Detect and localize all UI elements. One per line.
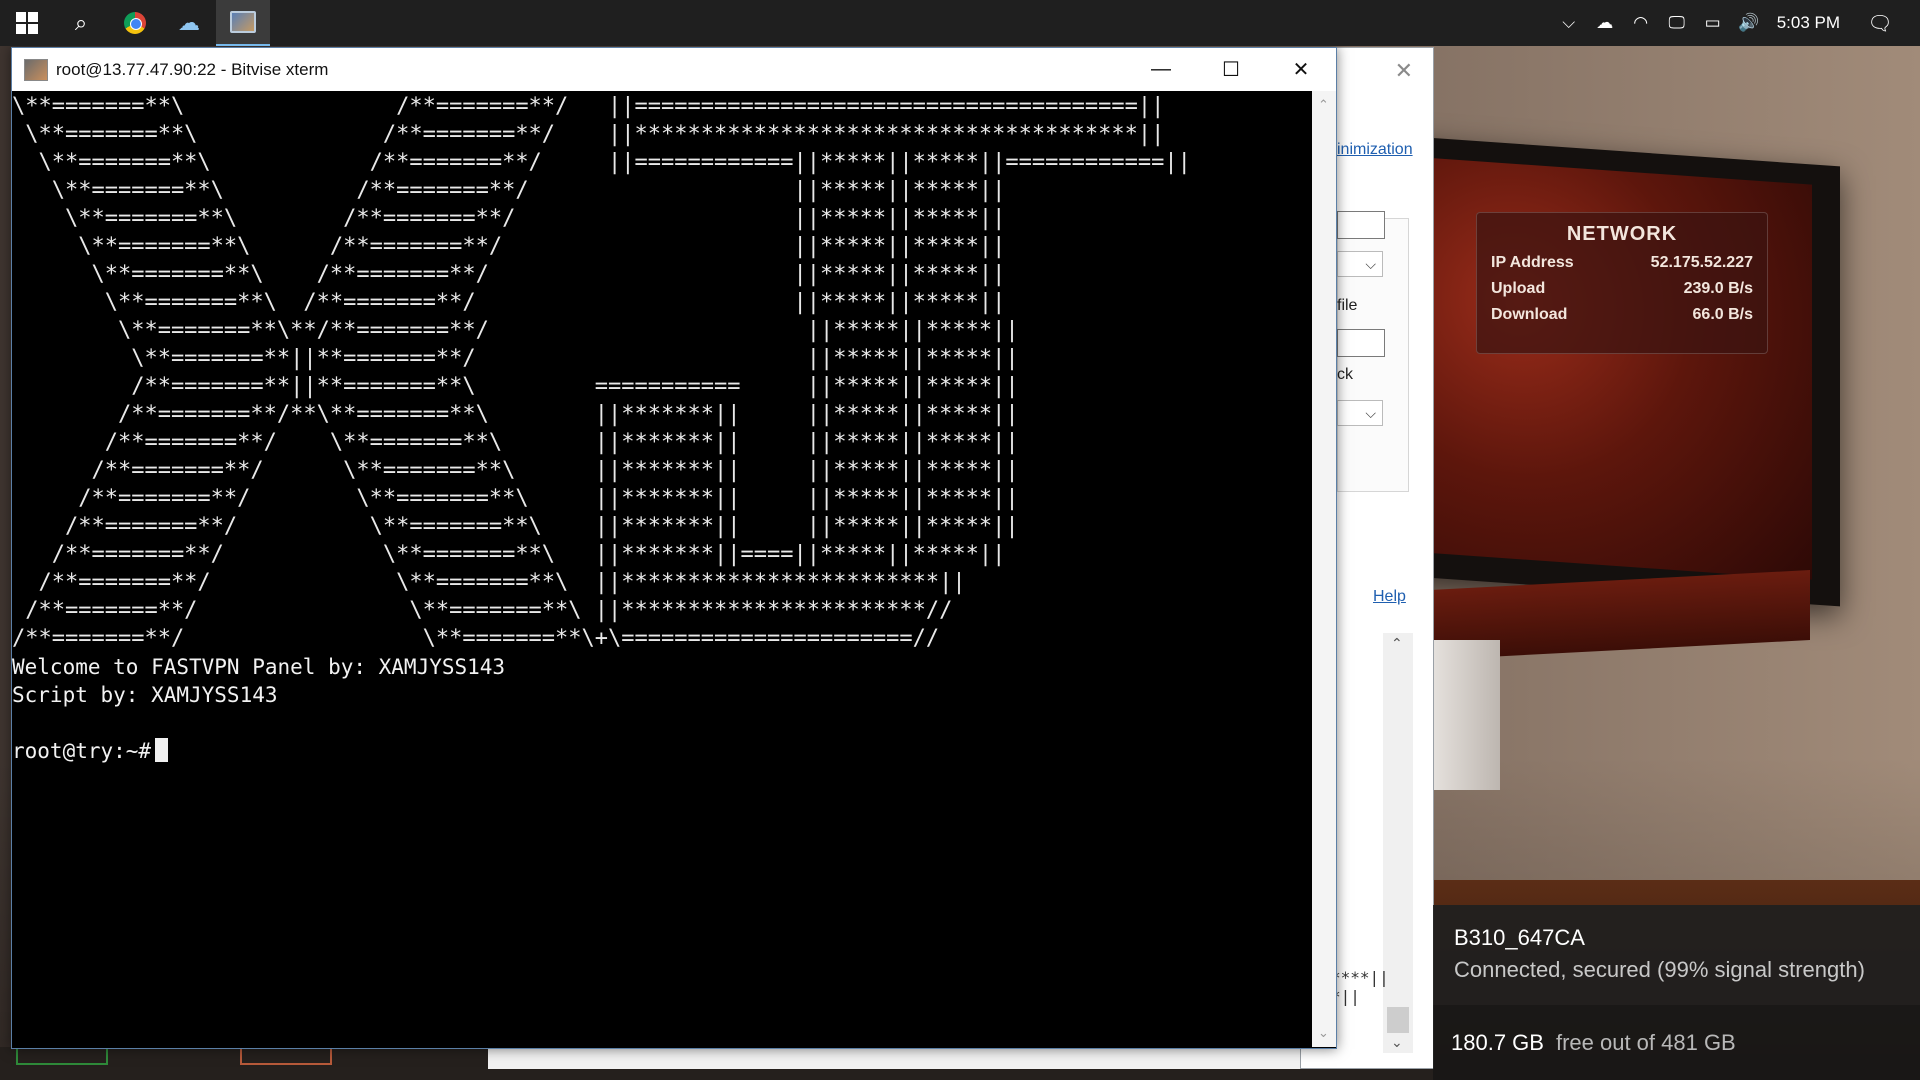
taskbar-clock[interactable]: 5:03 PM: [1777, 13, 1840, 33]
scroll-down-icon[interactable]: ⌄: [1318, 1025, 1329, 1041]
volume-icon[interactable]: 🔊: [1731, 13, 1767, 33]
terminal-scrollbar[interactable]: ⌃ ⌄: [1312, 91, 1336, 1047]
terminal-output[interactable]: \**=======**\ /**=======**/ ||==========…: [12, 91, 1312, 1047]
bitvise-xterm-window[interactable]: root@13.77.47.90:22 - Bitvise xterm — ☐ …: [11, 47, 1337, 1049]
terminal-cursor: [155, 738, 169, 762]
battery-icon[interactable]: ▭: [1695, 13, 1731, 33]
bitvise-xterm-icon: [230, 11, 256, 33]
bitvise-xterm-icon: [24, 58, 48, 81]
background-green-graph: [16, 1047, 108, 1065]
ck-label: ck: [1337, 366, 1353, 383]
scroll-up-icon[interactable]: ⌃: [1318, 97, 1329, 113]
blank-line: [12, 709, 1312, 737]
search-button[interactable]: ⌕: [54, 0, 108, 46]
drive-space-panel: 180.7 GB free out of 481 GB: [1433, 1005, 1920, 1080]
window-titlebar[interactable]: root@13.77.47.90:22 - Bitvise xterm — ☐ …: [12, 48, 1336, 91]
minimization-link[interactable]: inimization: [1337, 141, 1413, 159]
wifi-status: Connected, secured (99% signal strength): [1454, 957, 1865, 982]
drive-free-value: 180.7 GB: [1451, 1029, 1544, 1055]
minimize-button[interactable]: —: [1126, 48, 1196, 91]
ip-address-row: IP Address 52.175.52.227: [1491, 254, 1753, 271]
network-widget-title: NETWORK: [1566, 223, 1678, 245]
show-hidden-icons-chevron-icon[interactable]: ⌵: [1551, 13, 1587, 33]
maximize-button[interactable]: ☐: [1196, 48, 1266, 91]
taskbar-chrome[interactable]: [108, 0, 162, 46]
download-row: Download 66.0 B/s: [1491, 306, 1753, 323]
taskbar: ⌕ ☁ ⌵ ☁ ◠ 🖵 ▭ 🔊 5:03 PM 🗨: [0, 0, 1920, 46]
shell-prompt-line[interactable]: root@try:~#: [12, 737, 1312, 765]
dialog-select[interactable]: ⌵: [1337, 251, 1383, 277]
chrome-icon: [124, 12, 146, 34]
windows-logo-icon: [16, 12, 38, 34]
drive-free-label: free out of 481 GB: [1555, 1029, 1736, 1055]
script-by-line: Script by: XAMJYSS143: [12, 683, 278, 707]
chevron-down-icon: ⌵: [1365, 405, 1376, 421]
dialog-text-field[interactable]: [1337, 211, 1385, 239]
background-window-footer: [488, 1047, 1433, 1069]
taskbar-cloud-app[interactable]: ☁: [162, 0, 216, 46]
ascii-banner: \**=======**\ /**=======**/ ||==========…: [12, 94, 1191, 651]
scroll-up-icon[interactable]: ⌃: [1391, 635, 1403, 652]
file-label: file: [1337, 297, 1358, 314]
dialog-close-icon[interactable]: ✕: [1395, 58, 1413, 84]
cloud-tray-icon[interactable]: ☁: [1587, 13, 1623, 33]
dialog-select-2[interactable]: ⌵: [1337, 400, 1383, 426]
close-button[interactable]: ✕: [1266, 48, 1336, 91]
wallpaper-cabinet: [1430, 640, 1500, 790]
welcome-line: Welcome to FASTVPN Panel by: XAMJYSS143: [12, 655, 506, 679]
notifications-icon[interactable]: 🗨: [1860, 11, 1900, 36]
background-orange-graph: [240, 1047, 332, 1065]
search-icon: ⌕: [74, 10, 88, 35]
system-tray: ⌵ ☁ ◠ 🖵 ▭ 🔊 5:03 PM 🗨: [1551, 0, 1920, 46]
chevron-down-icon: ⌵: [1365, 256, 1376, 272]
dialog-log-text: ****|| *||: [1331, 968, 1389, 1006]
shell-prompt: root@try:~#: [12, 739, 152, 763]
wifi-icon[interactable]: ◠: [1623, 13, 1659, 33]
start-button[interactable]: [0, 0, 54, 46]
taskbar-bitvise-xterm[interactable]: [216, 0, 270, 46]
network-icon[interactable]: 🖵: [1659, 13, 1695, 33]
scroll-down-icon[interactable]: ⌄: [1391, 1034, 1403, 1051]
scroll-thumb[interactable]: [1387, 1007, 1409, 1033]
window-title: root@13.77.47.90:22 - Bitvise xterm: [56, 59, 329, 79]
file-field[interactable]: [1337, 329, 1385, 357]
upload-row: Upload 239.0 B/s: [1491, 280, 1753, 297]
cloud-sync-icon: ☁: [178, 10, 200, 35]
wifi-connection-panel[interactable]: B310_647CA Connected, secured (99% signa…: [1433, 905, 1920, 1005]
network-widget: NETWORK IP Address 52.175.52.227 Upload …: [1476, 212, 1768, 354]
help-link[interactable]: Help: [1373, 588, 1406, 606]
wifi-ssid: B310_647CA: [1454, 925, 1585, 950]
